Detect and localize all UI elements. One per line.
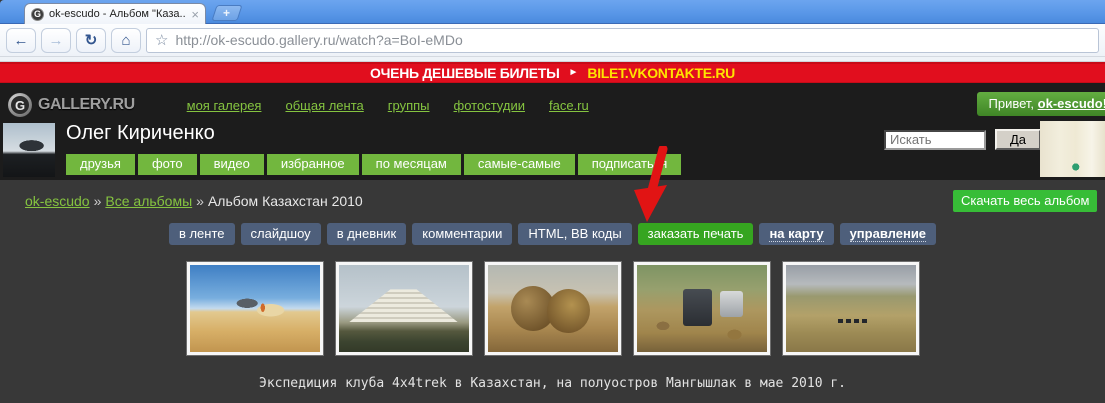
browser-toolbar: ← → ↻ ⌂ ☆ http://ok-escudo.gallery.ru/wa… bbox=[0, 24, 1105, 57]
greeting-button[interactable]: Привет, ok-escudo! bbox=[977, 92, 1105, 116]
download-album-button[interactable]: Скачать весь альбом bbox=[953, 190, 1097, 212]
thumbnail-strip bbox=[0, 262, 1105, 355]
toolbar-button-order-print[interactable]: заказать печать bbox=[638, 223, 754, 245]
logo-g-icon: G bbox=[8, 93, 32, 117]
album-thumbnail-spheres[interactable] bbox=[485, 262, 621, 355]
reload-icon: ↻ bbox=[85, 31, 98, 49]
ad-arrow-icon: ► bbox=[568, 67, 578, 78]
toolbar-button-comments[interactable]: комментарии bbox=[412, 223, 512, 245]
toolbar-button-in-feed[interactable]: в ленте bbox=[169, 223, 235, 245]
site-favicon-icon: G bbox=[31, 8, 44, 21]
menu-item-best[interactable]: самые-самые bbox=[464, 154, 575, 175]
ad-banner[interactable]: ОЧЕНЬ ДЕШЕВЫЕ БИЛЕТЫ ► BILET.VKONTAKTE.R… bbox=[0, 62, 1105, 83]
forward-icon: → bbox=[49, 32, 64, 49]
greeting-username-link[interactable]: ok-escudo! bbox=[1038, 96, 1105, 111]
nav-link-face-ru[interactable]: face.ru bbox=[549, 98, 589, 113]
menu-item-photo[interactable]: фото bbox=[138, 154, 197, 175]
toolbar-button-html-bb-codes[interactable]: HTML, BB коды bbox=[518, 223, 631, 245]
address-bar[interactable]: ☆ http://ok-escudo.gallery.ru/watch?a=Bo… bbox=[146, 28, 1099, 53]
bookmark-star-icon[interactable]: ☆ bbox=[155, 31, 168, 49]
url-text[interactable]: http://ok-escudo.gallery.ru/watch?a=BoI-… bbox=[175, 32, 462, 48]
breadcrumb-row: ok-escudo»Все альбомы»Альбом Казахстан 2… bbox=[0, 180, 1105, 215]
home-icon: ⌂ bbox=[121, 32, 130, 49]
side-ad-photo[interactable] bbox=[1040, 121, 1105, 177]
menu-item-friends[interactable]: друзья bbox=[66, 154, 135, 175]
plus-icon: + bbox=[223, 7, 230, 19]
nav-link-my-gallery[interactable]: моя галерея bbox=[187, 98, 262, 113]
user-avatar[interactable] bbox=[3, 123, 55, 177]
profile-menu: друзья фото видео избранное по месяцам с… bbox=[66, 154, 681, 175]
back-icon: ← bbox=[14, 32, 29, 49]
menu-item-video[interactable]: видео bbox=[200, 154, 264, 175]
header-top-row: G GALLERY.RU моя галерея общая лента гру… bbox=[0, 92, 1105, 118]
breadcrumb: ok-escudo»Все альбомы»Альбом Казахстан 2… bbox=[25, 193, 1105, 209]
menu-item-favorites[interactable]: избранное bbox=[267, 154, 359, 175]
close-tab-icon[interactable]: × bbox=[191, 8, 199, 21]
gallery-ru-logo[interactable]: G GALLERY.RU bbox=[8, 93, 135, 117]
nav-link-common-feed[interactable]: общая лента bbox=[285, 98, 363, 113]
new-tab-button[interactable]: + bbox=[211, 5, 242, 21]
album-right-actions: Скачать весь альбом Разм bbox=[953, 190, 1105, 212]
album-page-content: ok-escudo»Все альбомы»Альбом Казахстан 2… bbox=[0, 180, 1105, 403]
breadcrumb-albums-link[interactable]: Все альбомы bbox=[105, 193, 192, 209]
toolbar-button-slideshow[interactable]: слайдшоу bbox=[241, 223, 321, 245]
search-submit-button[interactable]: Да bbox=[995, 129, 1041, 150]
album-toolbar: в ленте слайдшоу в дневник комментарии H… bbox=[0, 223, 1105, 245]
site-header: G GALLERY.RU моя галерея общая лента гру… bbox=[0, 83, 1105, 180]
album-caption: Экспедиция клуба 4x4trek в Казахстан, на… bbox=[0, 376, 1105, 391]
ad-banner-link[interactable]: BILET.VKONTAKTE.RU bbox=[587, 65, 735, 81]
user-name: Олег Кириченко bbox=[66, 122, 215, 145]
search-input[interactable] bbox=[884, 130, 986, 150]
browser-window: G ok-escudo - Альбом "Каза... × + ← → ↻ … bbox=[0, 0, 1105, 403]
album-thumbnail-rocks[interactable] bbox=[634, 262, 770, 355]
search-area: Да bbox=[884, 129, 1041, 150]
album-thumbnail-valley[interactable] bbox=[783, 262, 919, 355]
ad-banner-message: ОЧЕНЬ ДЕШЕВЫЕ БИЛЕТЫ bbox=[370, 65, 559, 81]
nav-link-groups[interactable]: группы bbox=[388, 98, 430, 113]
toolbar-button-manage[interactable]: управление bbox=[840, 223, 936, 245]
browser-tab[interactable]: G ok-escudo - Альбом "Каза... × bbox=[24, 3, 206, 24]
header-nav-links: моя галерея общая лента группы фотостуди… bbox=[187, 98, 589, 113]
home-button[interactable]: ⌂ bbox=[111, 28, 141, 53]
breadcrumb-user-link[interactable]: ok-escudo bbox=[25, 193, 90, 209]
browser-titlebar: G ok-escudo - Альбом "Каза... × + bbox=[0, 0, 1105, 24]
album-thumbnail-dune[interactable] bbox=[187, 262, 323, 355]
back-button[interactable]: ← bbox=[6, 28, 36, 53]
toolbar-button-on-map[interactable]: на карту bbox=[759, 223, 833, 245]
greeting-prefix: Привет, bbox=[989, 96, 1038, 111]
breadcrumb-separator: » bbox=[90, 193, 106, 209]
profile-row: Олег Кириченко друзья фото видео избранн… bbox=[0, 121, 1105, 180]
tab-title: ok-escudo - Альбом "Каза... bbox=[49, 8, 186, 20]
nav-link-photostudios[interactable]: фотостудии bbox=[454, 98, 525, 113]
menu-item-by-month[interactable]: по месяцам bbox=[362, 154, 461, 175]
logo-text: GALLERY.RU bbox=[38, 96, 135, 114]
breadcrumb-current-album: Альбом Казахстан 2010 bbox=[208, 193, 363, 209]
reload-button[interactable]: ↻ bbox=[76, 28, 106, 53]
album-thumbnail-mesa[interactable] bbox=[336, 262, 472, 355]
breadcrumb-separator: » bbox=[192, 193, 208, 209]
red-annotation-arrow bbox=[626, 146, 680, 226]
forward-button[interactable]: → bbox=[41, 28, 71, 53]
toolbar-button-to-diary[interactable]: в дневник bbox=[327, 223, 407, 245]
